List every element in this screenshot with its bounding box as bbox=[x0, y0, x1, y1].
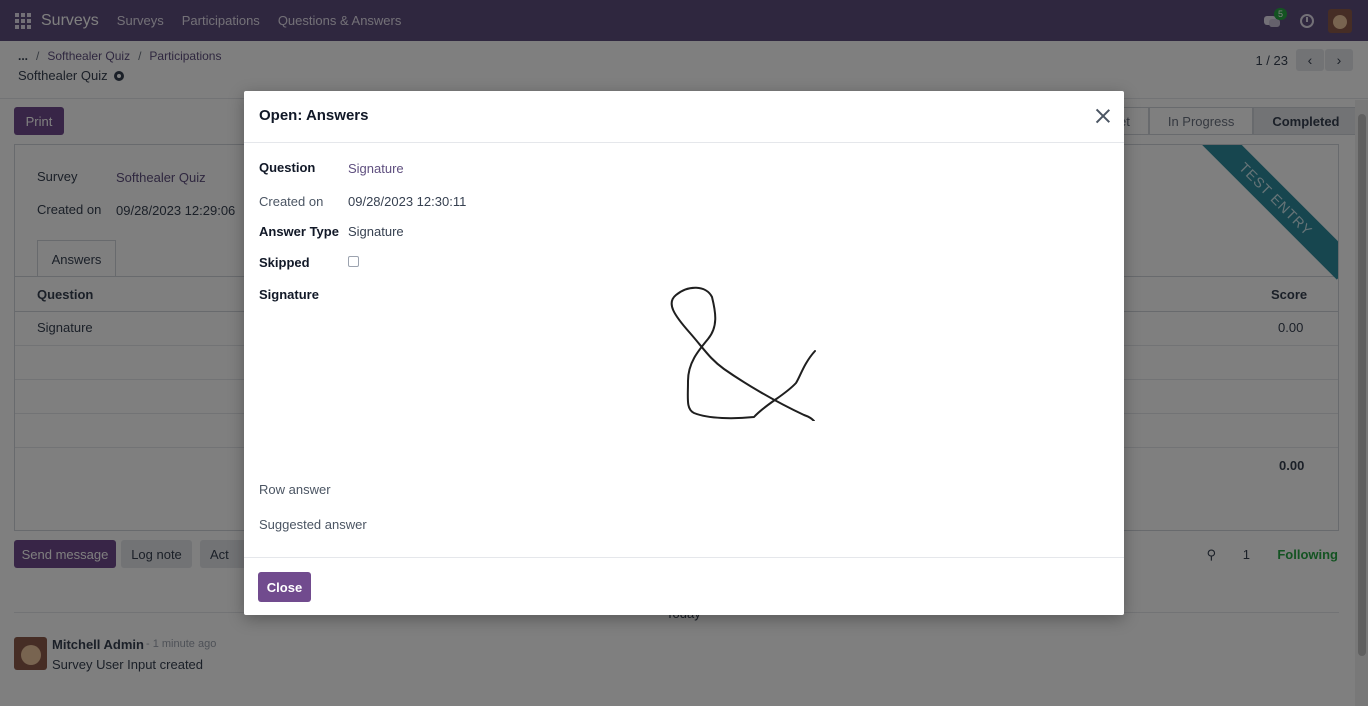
answer-type-value: Signature bbox=[348, 224, 404, 239]
suggested-answer-label: Suggested answer bbox=[259, 517, 367, 532]
close-button[interactable]: Close bbox=[258, 572, 311, 602]
answers-dialog: Open: Answers Question Signature Created… bbox=[244, 91, 1124, 615]
created-on-value: 09/28/2023 12:30:11 bbox=[348, 194, 467, 209]
question-label: Question bbox=[259, 160, 316, 175]
skipped-checkbox[interactable] bbox=[348, 256, 359, 267]
close-icon[interactable] bbox=[1094, 107, 1112, 125]
answer-type-label: Answer Type bbox=[259, 224, 339, 239]
signature-image bbox=[670, 286, 816, 421]
signature-label: Signature bbox=[259, 287, 319, 302]
created-on-label: Created on bbox=[259, 194, 324, 209]
question-value[interactable]: Signature bbox=[348, 161, 404, 176]
dialog-footer bbox=[244, 557, 1124, 615]
row-answer-label: Row answer bbox=[259, 482, 331, 497]
dialog-header: Open: Answers bbox=[244, 91, 1124, 143]
skipped-label: Skipped bbox=[259, 255, 310, 270]
dialog-title: Open: Answers bbox=[259, 107, 369, 124]
